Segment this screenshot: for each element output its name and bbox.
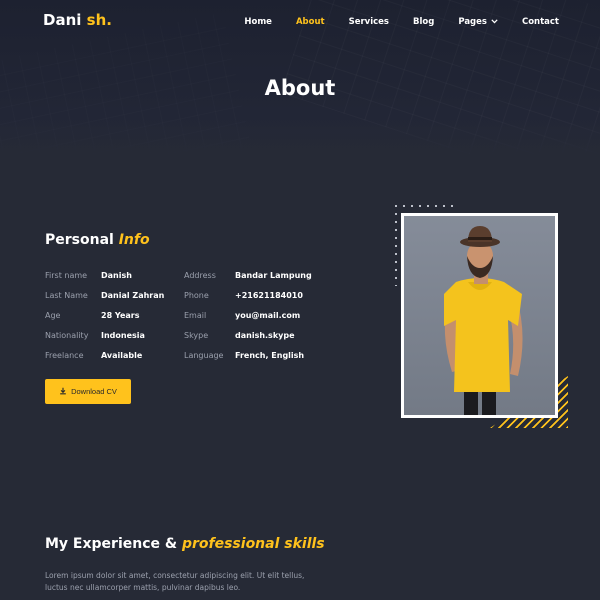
info-label: Phone <box>184 291 209 300</box>
info-value: Indonesia <box>101 331 145 340</box>
info-value: Bandar Lampung <box>235 271 312 280</box>
experience-description: Lorem ipsum dolor sit amet, consectetur … <box>45 571 305 592</box>
nav-pages[interactable]: Pages <box>458 17 498 27</box>
nav-blog[interactable]: Blog <box>413 17 434 27</box>
page-title: About <box>264 76 336 100</box>
chevron-down-icon <box>491 18 498 26</box>
logo-accent: sh. <box>86 11 112 29</box>
nav-contact[interactable]: Contact <box>522 17 559 27</box>
main-nav: Home About Services Blog Pages Contact <box>220 17 559 27</box>
info-value: 28 Years <box>101 311 140 320</box>
download-icon <box>59 387 67 397</box>
site-logo[interactable]: Dani sh. <box>43 11 112 29</box>
profile-photo <box>404 216 555 415</box>
profile-photo-frame <box>401 213 558 418</box>
logo-name: Dani <box>43 11 82 29</box>
nav-about[interactable]: About <box>296 17 325 27</box>
info-label: Address <box>184 271 216 280</box>
info-value: Available <box>101 351 143 360</box>
info-label: Nationality <box>45 331 89 340</box>
nav-services[interactable]: Services <box>349 17 389 27</box>
info-value: +21621184010 <box>235 291 303 300</box>
info-label: Skype <box>184 331 209 340</box>
info-value: French, English <box>235 351 305 360</box>
info-label: Age <box>45 311 61 320</box>
info-label: First name <box>45 271 88 280</box>
info-label: Email <box>184 311 207 320</box>
personal-info-heading: Personal Info <box>45 232 150 248</box>
info-value: Danish <box>101 271 132 280</box>
download-cv-label: Download CV <box>71 387 117 396</box>
info-label: Language <box>184 351 224 360</box>
info-value: danish.skype <box>235 331 295 340</box>
info-label: Last Name <box>45 291 88 300</box>
info-label: Freelance <box>45 351 84 360</box>
nav-home[interactable]: Home <box>244 17 272 27</box>
info-value: Danial Zahran <box>101 291 165 300</box>
info-value: you@mail.com <box>235 311 301 320</box>
experience-heading: My Experience & professional skills <box>45 536 325 552</box>
download-cv-button[interactable]: Download CV <box>45 379 131 404</box>
